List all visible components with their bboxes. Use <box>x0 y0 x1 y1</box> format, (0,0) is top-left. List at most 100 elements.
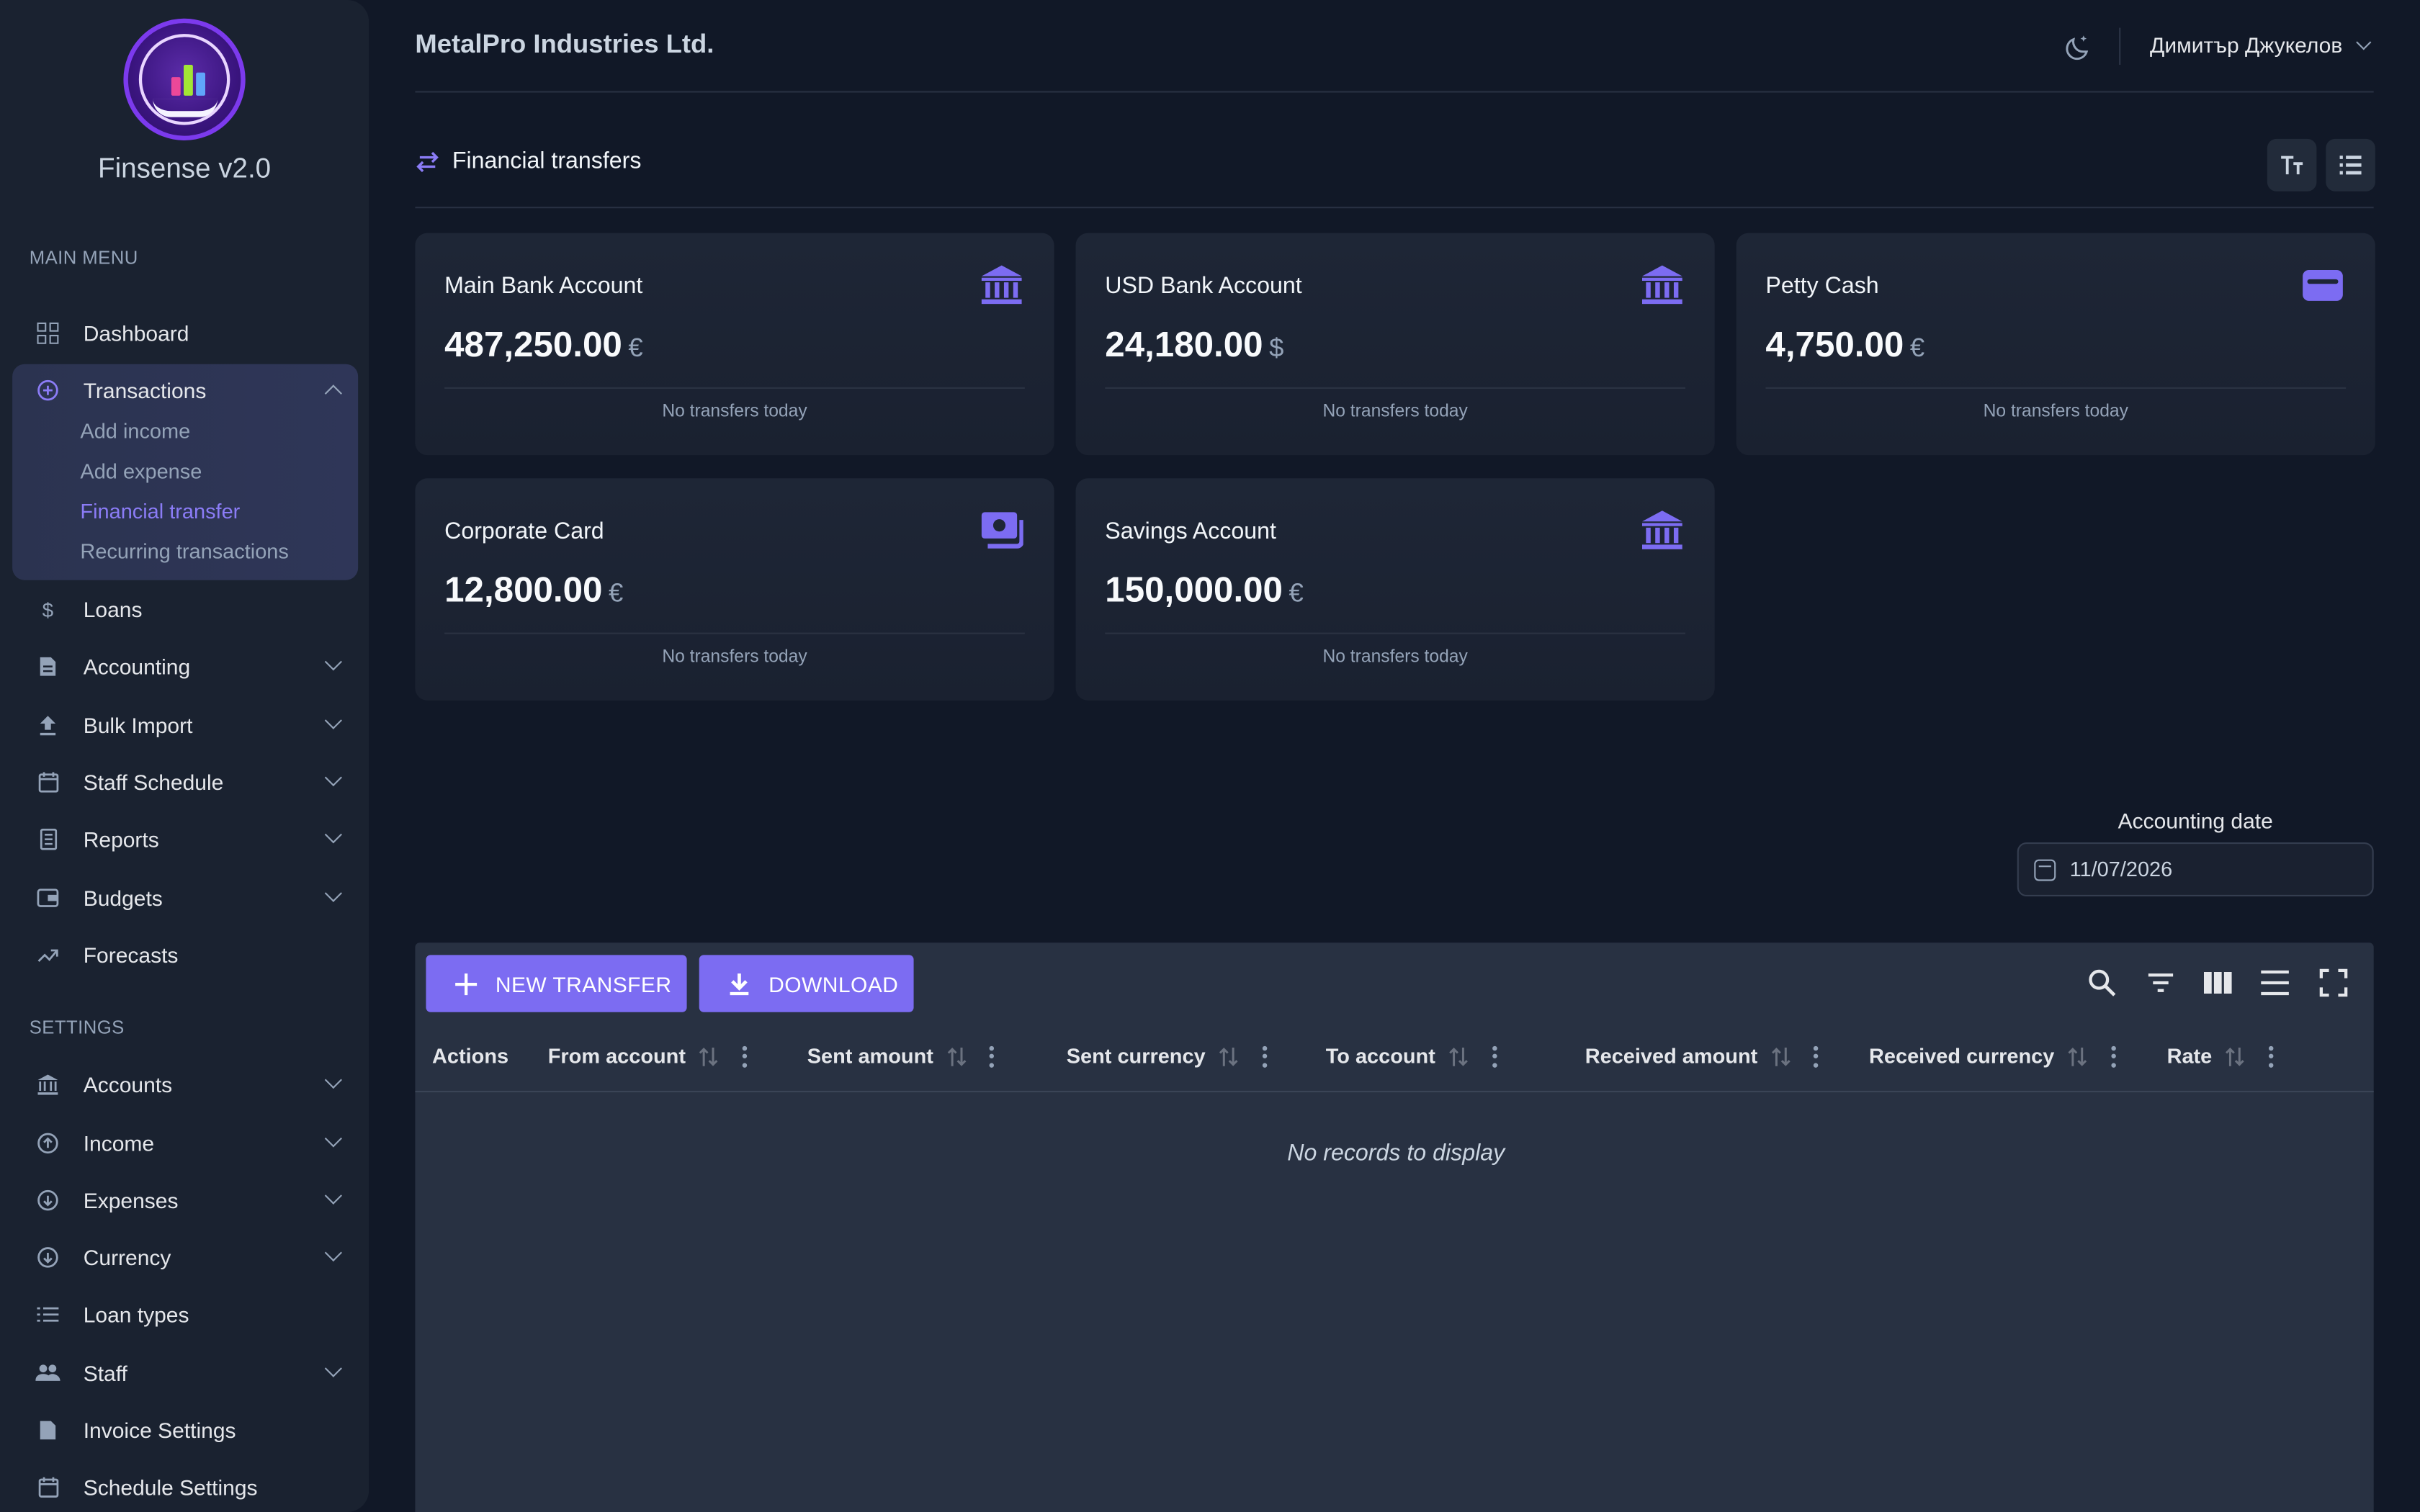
currency-icon <box>35 1245 60 1269</box>
fullscreen-icon[interactable] <box>2318 968 2349 999</box>
sidebar-item-bulk-import[interactable]: Bulk Import <box>12 699 358 752</box>
sidebar-item-staff[interactable]: Staff <box>12 1347 358 1400</box>
column-menu-icon[interactable] <box>2267 1045 2274 1067</box>
sidebar-item-accounts[interactable]: Accounts <box>12 1058 358 1111</box>
dollar-icon: $ <box>42 598 54 621</box>
column-header-sent-currency[interactable]: Sent currency <box>1067 1045 1268 1068</box>
sidebar-item-label: Expenses <box>83 1188 179 1213</box>
transfer-status: No transfers today <box>662 648 807 667</box>
column-header-from-account[interactable]: From account <box>548 1045 748 1068</box>
report-icon <box>35 827 60 852</box>
list-view-button[interactable] <box>2326 138 2375 192</box>
column-menu-icon[interactable] <box>989 1045 995 1067</box>
text-size-button[interactable] <box>2267 138 2317 192</box>
arrow-up-circle-icon <box>35 1131 60 1156</box>
sidebar-item-budgets[interactable]: Budgets <box>12 872 358 924</box>
column-header-to-account[interactable]: To account <box>1326 1045 1497 1068</box>
sort-icon[interactable] <box>698 1045 720 1067</box>
document-icon <box>35 654 60 679</box>
account-balance: 12,800.00 € <box>444 569 624 610</box>
accounting-date-label: Accounting date <box>2118 808 2273 834</box>
account-name: Corporate Card <box>444 518 604 545</box>
sort-icon[interactable] <box>946 1045 967 1067</box>
sidebar-item-staff-schedule[interactable]: Staff Schedule <box>12 756 358 809</box>
sidebar-item-label: Accounts <box>83 1072 173 1097</box>
chevron-down-icon[interactable] <box>2356 35 2372 50</box>
transfer-status: No transfers today <box>1983 402 2128 421</box>
calendar-icon[interactable] <box>2034 858 2056 881</box>
columns-icon[interactable] <box>2202 968 2233 999</box>
accounting-date-input[interactable]: 11/07/2026 <box>2017 842 2374 896</box>
column-header-sent-amount[interactable]: Sent amount <box>807 1045 995 1068</box>
sort-icon[interactable] <box>2066 1045 2088 1067</box>
download-button[interactable]: DOWNLOAD <box>699 955 914 1012</box>
sort-icon[interactable] <box>1218 1045 1240 1067</box>
sidebar-item-label: Loan types <box>83 1302 189 1327</box>
sort-icon[interactable] <box>1448 1045 1469 1067</box>
page-title: Financial transfers <box>452 148 642 175</box>
column-menu-icon[interactable] <box>1813 1045 1819 1067</box>
sidebar-item-transactions[interactable]: Transactions <box>12 364 358 417</box>
transfer-status: No transfers today <box>1322 402 1468 421</box>
sidebar-item-loan-types[interactable]: Loan types <box>12 1288 358 1341</box>
sidebar-item-reports[interactable]: Reports <box>12 813 358 865</box>
sidebar-subitem-add-income[interactable]: Add income <box>80 420 190 443</box>
sidebar-item-label: Forecasts <box>83 942 179 968</box>
transfers-table: NEW TRANSFER DOWNLOAD Actions From accou… <box>415 942 2374 1512</box>
sidebar-item-loans[interactable]: $ Loans <box>12 583 358 636</box>
column-menu-icon[interactable] <box>1491 1045 1497 1067</box>
account-card[interactable]: Main Bank Account 487,250.00 € No transfe… <box>415 233 1054 456</box>
sidebar-item-dashboard[interactable]: Dashboard <box>12 307 358 359</box>
chevron-down-icon <box>324 711 342 729</box>
account-card[interactable]: Petty Cash 4,750.00 € No transfers today <box>1736 233 2375 456</box>
sidebar-item-label: Bulk Import <box>83 712 193 738</box>
page-heading: Financial transfers <box>415 148 641 174</box>
sidebar-item-invoice-settings[interactable]: Invoice Settings <box>12 1404 358 1457</box>
sidebar-subitem-add-expense[interactable]: Add expense <box>80 460 202 483</box>
sidebar-item-label: Loans <box>83 597 143 622</box>
sidebar-subitem-recurring-transactions[interactable]: Recurring transactions <box>80 540 288 563</box>
header-divider-line <box>415 91 2374 93</box>
sidebar-item-expenses[interactable]: Expenses <box>12 1174 358 1227</box>
account-card[interactable]: Corporate Card 12,800.00 € No transfers t… <box>415 478 1054 701</box>
sidebar-subitem-financial-transfer[interactable]: Financial transfer <box>80 500 240 523</box>
column-menu-icon[interactable] <box>1261 1045 1268 1067</box>
chevron-down-icon <box>324 1187 342 1205</box>
density-icon[interactable] <box>2259 968 2290 999</box>
column-header-received-currency[interactable]: Received currency <box>1869 1045 2116 1068</box>
column-menu-icon[interactable] <box>2110 1045 2116 1067</box>
sidebar-item-accounting[interactable]: Accounting <box>12 640 358 693</box>
account-card[interactable]: USD Bank Account 24,180.00 $ No transfers… <box>1075 233 1715 456</box>
column-header-rate[interactable]: Rate <box>2167 1045 2274 1068</box>
chevron-up-icon <box>324 384 342 402</box>
column-menu-icon[interactable] <box>741 1045 748 1067</box>
new-transfer-button[interactable]: NEW TRANSFER <box>426 955 687 1012</box>
moon-icon[interactable] <box>2063 32 2092 60</box>
arrow-down-circle-icon <box>35 1188 60 1212</box>
account-balance: 4,750.00 € <box>1765 324 1925 364</box>
app-logo[interactable] <box>123 18 246 141</box>
plus-icon <box>455 973 478 995</box>
filter-icon[interactable] <box>2146 968 2177 999</box>
plus-circle-icon <box>35 378 60 402</box>
card-divider <box>1105 387 1685 389</box>
grid-icon <box>35 321 60 346</box>
account-card[interactable]: Savings Account 150,000.00 € No transfers… <box>1075 478 1715 701</box>
main-menu-label: MAIN MENU <box>29 246 138 269</box>
sort-icon[interactable] <box>1770 1045 1791 1067</box>
transfer-status: No transfers today <box>1322 648 1468 667</box>
account-balance: 150,000.00 € <box>1105 569 1304 610</box>
sidebar-item-schedule-settings[interactable]: Schedule Settings <box>12 1461 358 1512</box>
list-icon <box>35 1302 60 1327</box>
search-icon[interactable] <box>2087 968 2118 999</box>
sidebar-item-forecasts[interactable]: Forecasts <box>12 929 358 981</box>
wallet-icon <box>2303 270 2343 301</box>
column-header-received-amount[interactable]: Received amount <box>1585 1045 1819 1068</box>
sidebar-item-currency[interactable]: Currency <box>12 1231 358 1284</box>
user-menu[interactable]: Димитър Джукелов <box>2150 32 2342 57</box>
sidebar-item-income[interactable]: Income <box>12 1117 358 1169</box>
sort-icon[interactable] <box>2224 1045 2246 1067</box>
wallet-icon <box>35 886 60 910</box>
chevron-down-icon <box>324 1071 342 1089</box>
chevron-down-icon <box>324 826 342 844</box>
